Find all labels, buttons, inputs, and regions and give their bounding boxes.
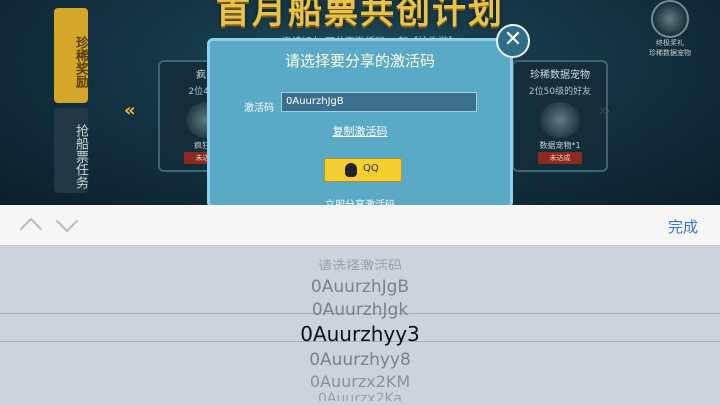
activation-code-field[interactable]: 0AuurzhJgB	[281, 92, 477, 112]
prev-arrow-icon[interactable]: «	[124, 100, 136, 121]
share-code-dialog: 请选择要分享的激活码 激活码 0AuurzhJgB 复制激活码 QQ 立即分享激…	[207, 38, 513, 211]
picker-option[interactable]: 0AuurzhJgB	[0, 277, 720, 297]
picker-option-selected[interactable]: 0Auurzhyy3	[0, 322, 720, 346]
reward-caption: 数据宠物*1	[539, 141, 581, 150]
picker-toolbar: 完成	[0, 205, 720, 246]
reward-card-subtitle: 2位50级的好友	[528, 87, 592, 97]
picker-option[interactable]: 0Auurzx2Ka	[0, 391, 720, 401]
ultimate-reward-sublabel: 珍稀数据宠物	[649, 49, 691, 57]
qq-button-label: QQ	[363, 163, 379, 174]
reward-card-title: 珍稀数据宠物	[530, 70, 590, 81]
done-button[interactable]: 完成	[668, 216, 698, 237]
left-tab-rail: 珍稀奖励 抢船票任务	[54, 8, 88, 193]
chevron-down-icon[interactable]	[55, 209, 79, 233]
picker-option[interactable]: 请选择激活码	[0, 256, 720, 270]
qq-penguin-icon	[345, 163, 357, 177]
picker-option[interactable]: 0AuurzhJgk	[0, 300, 720, 320]
tab-rare-rewards[interactable]: 珍稀奖励	[54, 8, 88, 103]
ultimate-reward-label: 终极奖礼	[656, 39, 684, 47]
code-picker: 完成 请选择激活码 0AuurzhJgB 0AuurzhJgk 0Auurzhy…	[0, 205, 720, 405]
activation-code-label: 激活码	[244, 103, 274, 114]
dialog-title: 请选择要分享的激活码	[284, 52, 435, 70]
pet-avatar-icon	[651, 0, 689, 38]
copy-code-link[interactable]: 复制激活码	[210, 123, 510, 139]
ultimate-reward[interactable]: 终极奖礼 珍稀数据宠物	[640, 0, 700, 58]
picker-option[interactable]: 0Auurzx2KM	[0, 372, 720, 391]
chevron-up-icon[interactable]	[19, 217, 43, 241]
reward-image	[540, 102, 580, 138]
close-icon[interactable]: ✕	[496, 24, 530, 58]
event-banner-title: 首月船票共创计划	[216, 0, 504, 32]
picker-option[interactable]: 0Auurzhyy8	[0, 350, 720, 370]
qq-share-button[interactable]: QQ	[324, 158, 402, 182]
reward-card-right: 珍稀数据宠物 2位50级的好友 数据宠物*1 未达成	[512, 60, 608, 172]
reward-status-button[interactable]: 未达成	[538, 152, 582, 164]
tab-ticket-tasks[interactable]: 抢船票任务	[54, 108, 88, 193]
